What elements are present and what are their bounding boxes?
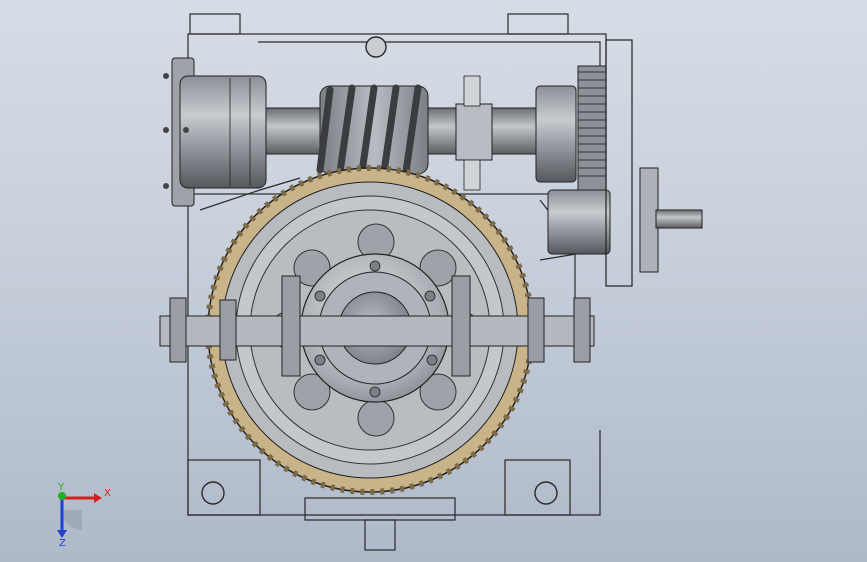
z-axis-label: Z [59, 538, 66, 548]
x-axis-arrow [94, 493, 102, 503]
gearbox-model[interactable] [0, 0, 867, 562]
orientation-triad: X Y Z [57, 482, 111, 548]
motor[interactable] [163, 57, 267, 207]
graphics-viewport[interactable]: X Y Z [0, 0, 867, 562]
y-axis-label: Y [57, 482, 65, 493]
z-axis-arrow [57, 530, 67, 538]
worm-shaft[interactable] [265, 75, 577, 191]
y-axis-dot [58, 492, 66, 500]
x-axis-label: X [104, 488, 111, 499]
triad-shading [62, 510, 82, 530]
